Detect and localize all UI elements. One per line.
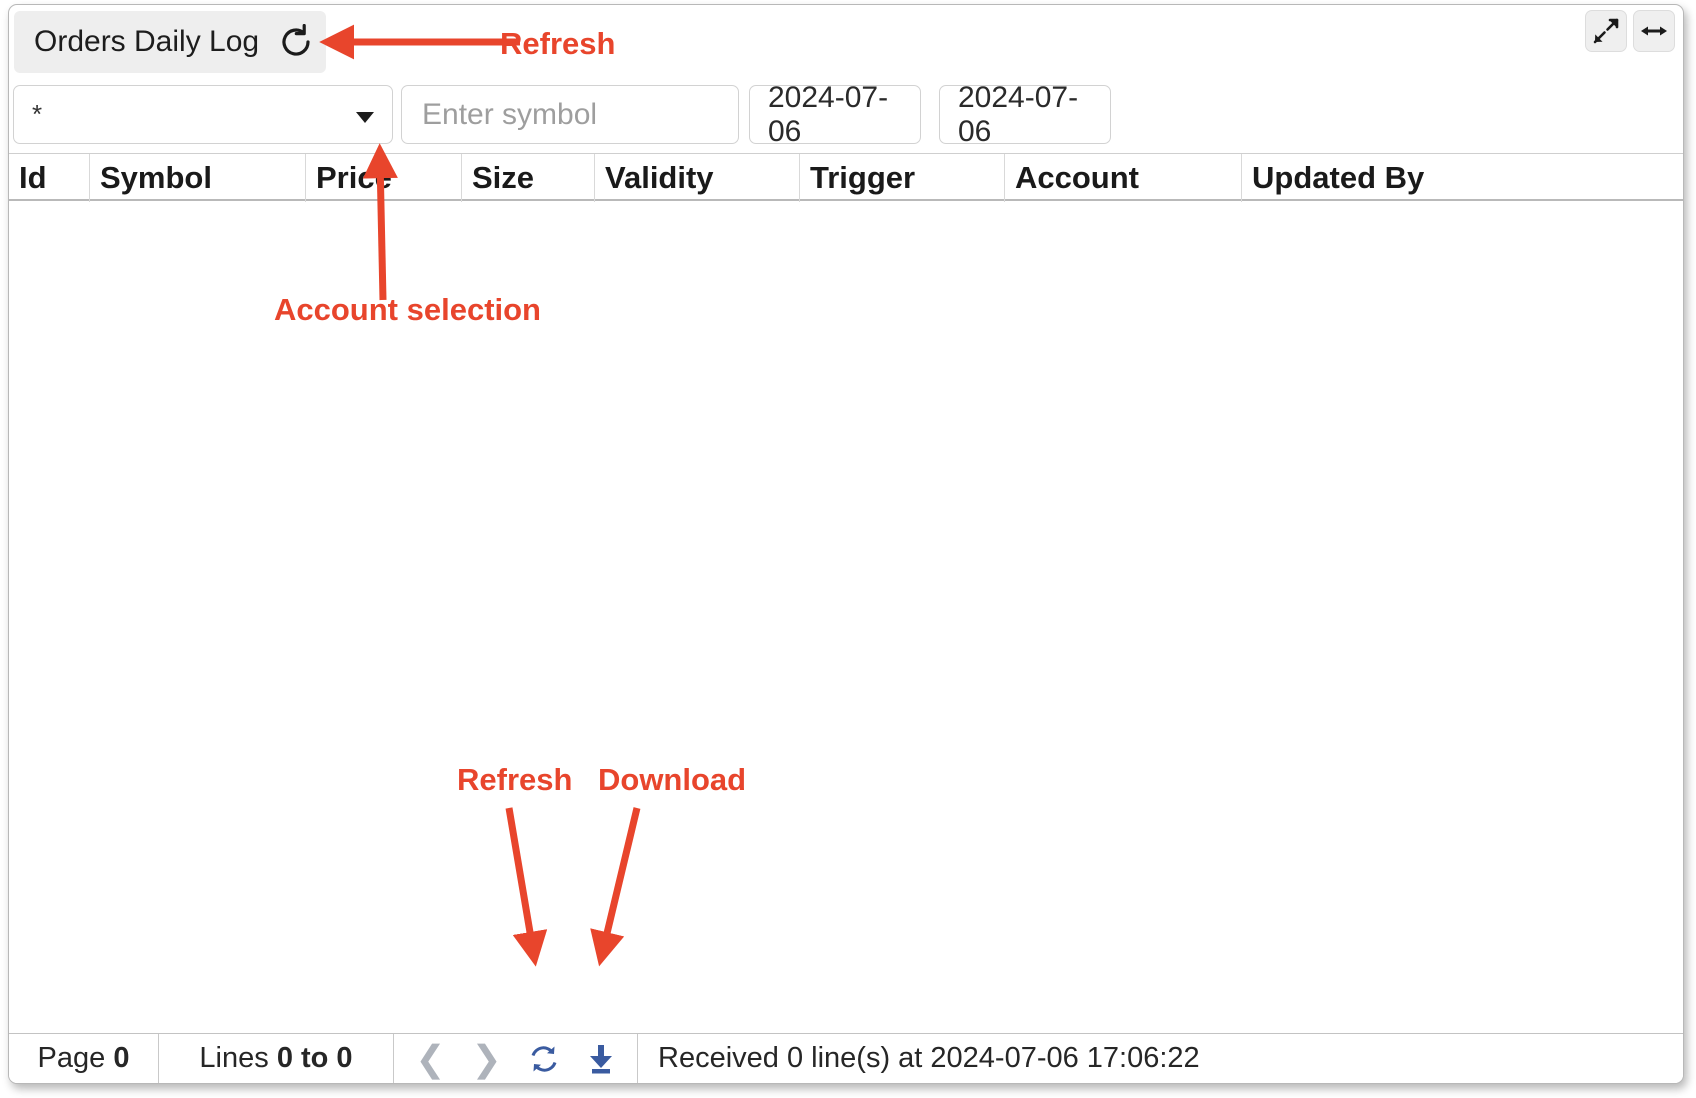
table-header-id[interactable]: Id [9,154,90,202]
table-header-updated-by[interactable]: Updated By [1242,154,1683,202]
date-to-value: 2024-07-06 [958,80,1079,148]
date-from-value: 2024-07-06 [768,80,889,148]
annotation-label-statusbar-download: Download [598,762,747,797]
filter-bar: * 2024-07-06 2024-07-06 [9,80,1683,150]
table-header-symbol[interactable]: Symbol [90,154,306,202]
view-selector-label: Orders Daily Log [34,25,260,58]
orders-table: Id Symbol Price Size Validity Trigger Account U… [9,153,1683,1033]
status-message: Received 0 line(s) at 2024-07-06 17:06:2… [658,1042,1200,1074]
table-header-price[interactable]: Price [306,154,462,202]
date-from-input[interactable]: 2024-07-06 [749,81,921,148]
chevron-down-icon [356,111,374,123]
page-value: 0 [113,1042,130,1074]
annotation-label-account-selection: Account selection [274,292,541,327]
lines-value: 0 to 0 [276,1042,353,1074]
table-header-validity[interactable]: Validity [595,154,800,202]
window-controls [1585,10,1675,52]
app-window: Orders Daily Log * Enter symbol 2024-07-… [8,4,1684,1084]
account-select-value: * [32,99,43,129]
toolbar-refresh-button[interactable] [265,11,326,73]
table-body [9,201,1683,1033]
pagination-controls: ❮ ❯ [394,1034,638,1083]
resize-width-button[interactable] [1633,10,1675,52]
refresh-icon [281,24,310,56]
annotation-label-toolbar-refresh: Refresh [500,26,616,61]
table-header-row: Id Symbol Price Size Validity Trigger Account U… [9,153,1683,202]
status-bar: Page 0 Lines 0 to 0 ❮ ❯ Received 0 line(… [9,1033,1683,1083]
download-icon [589,1044,612,1073]
symbol-input-wrapper[interactable] [401,85,739,144]
table-header-size[interactable]: Size [462,154,595,202]
expand-button[interactable] [1585,10,1627,52]
chevron-right-icon[interactable]: ❯ [472,1040,502,1077]
resize-horizontal-icon [1641,26,1667,36]
symbol-input[interactable] [420,96,720,133]
lines-label: Lines [199,1042,269,1074]
annotation-label-statusbar-refresh: Refresh [457,762,573,797]
date-to-input[interactable]: 2024-07-06 [939,81,1111,148]
table-header-trigger[interactable]: Trigger [800,154,1005,202]
screenshot-root: Orders Daily Log * Enter symbol 2024-07-… [0,0,1696,1098]
table-header-account[interactable]: Account [1005,154,1242,202]
page-indicator: Page 0 [9,1034,159,1083]
chevron-left-icon[interactable]: ❮ [415,1040,445,1077]
toolbar: Orders Daily Log [9,5,1683,80]
refresh-icon [531,1045,557,1072]
statusbar-download-button[interactable] [586,1043,616,1075]
account-select[interactable]: * [13,85,393,144]
expand-diagonal-icon [1593,18,1619,44]
page-label: Page [37,1042,106,1074]
lines-indicator: Lines 0 to 0 [159,1034,394,1083]
statusbar-refresh-button[interactable] [528,1043,560,1075]
